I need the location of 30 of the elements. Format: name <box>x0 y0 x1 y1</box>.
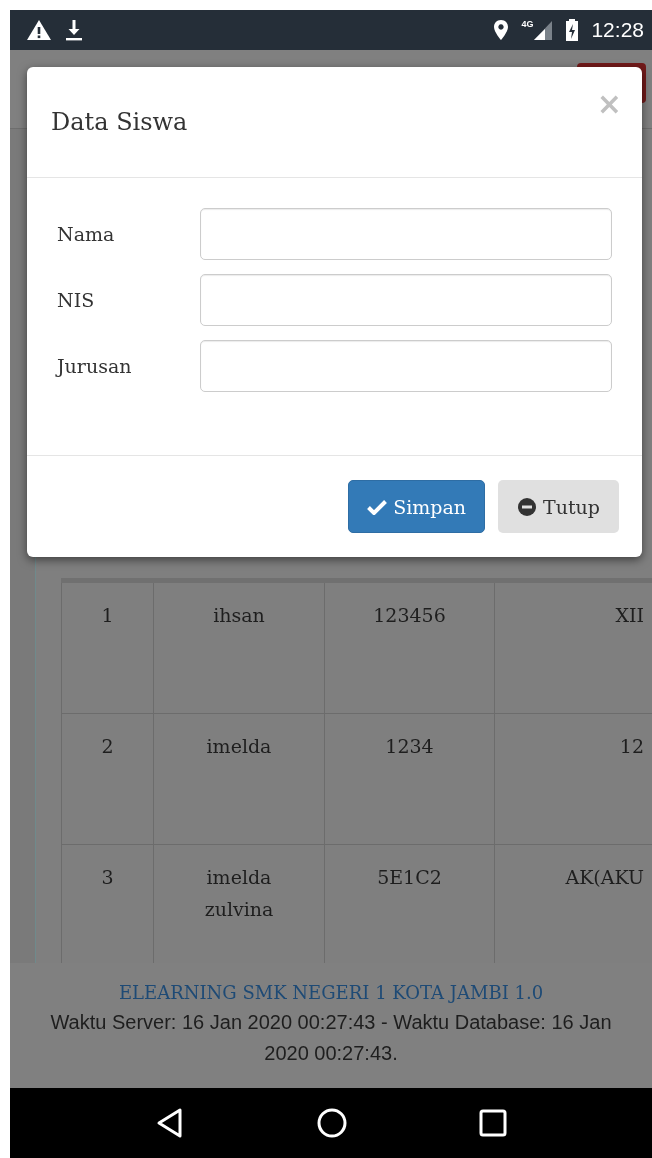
table-cell: 1234 <box>324 714 494 844</box>
download-icon <box>64 19 84 41</box>
save-button[interactable]: Simpan <box>348 480 486 533</box>
table-cell: ihsan <box>153 583 324 713</box>
minus-circle-icon <box>517 496 538 517</box>
battery-charging-icon <box>565 18 580 42</box>
input-field[interactable] <box>200 208 612 260</box>
footer-text: Waktu Server: 16 Jan 2020 00:27:43 - Waktu Database: 16 Jan 2020 00:27:43. <box>49 1010 613 1066</box>
network-type-label: 4G <box>521 19 534 29</box>
clock-time: 12:28 <box>591 18 644 42</box>
table-cell: imelda <box>153 714 324 844</box>
signal-icon <box>533 19 554 41</box>
close-dialog-button[interactable]: Tutup <box>498 480 619 533</box>
field-label: Jurusan <box>57 355 133 377</box>
dialog-title: Data Siswa <box>51 108 188 136</box>
table-cell: 1 <box>61 583 153 713</box>
checkmark-icon <box>367 498 388 515</box>
warning-icon <box>26 19 52 41</box>
input-field[interactable] <box>200 340 612 392</box>
table-cell: 12 <box>494 714 644 844</box>
table-cell: 2 <box>61 714 153 844</box>
table-cell: XII <box>494 583 644 713</box>
footer-title: ELEARNING SMK NEGERI 1 KOTA JAMBI 1.0 <box>118 982 544 1003</box>
recent-apps-icon[interactable] <box>478 1109 507 1137</box>
field-label: NIS <box>57 289 96 311</box>
location-pin-icon <box>493 19 510 41</box>
field-label: Nama <box>57 223 116 245</box>
table-cell: 123456 <box>324 583 494 713</box>
input-field[interactable] <box>200 274 612 326</box>
home-icon[interactable] <box>316 1107 348 1139</box>
